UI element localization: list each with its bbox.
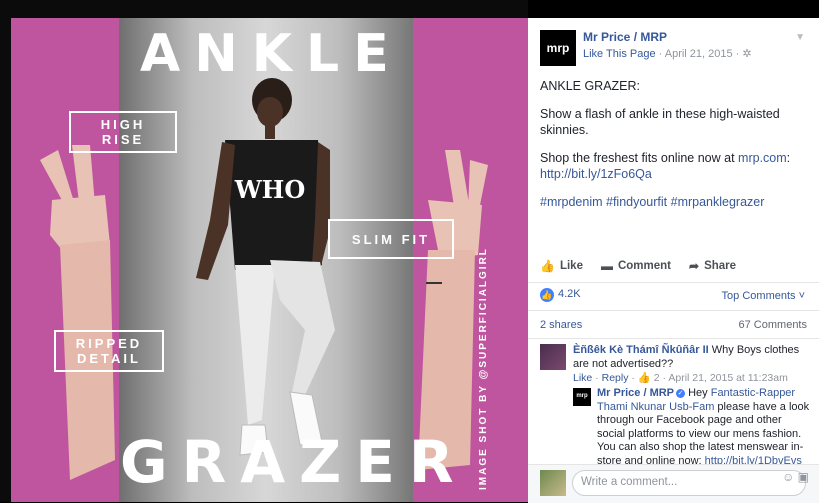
comment-1: Èñßêk Kè Thámî Ñkûñâr II Why Boys clothe… [573,344,813,371]
verified-badge-icon: ✓ [676,388,686,398]
commenter-name[interactable]: Èñßêk Kè Thámî Ñkûñâr II [573,344,709,356]
action-bar: 👍 Like ▬ Comment ➦ Share [528,250,819,283]
model-leg-right [270,260,335,395]
comment-1-meta: Like · Reply · 👍 2 · April 21, 2015 at 1… [573,372,788,384]
page-avatar[interactable]: mrp [540,30,576,66]
photo-title-top: ANKLE [140,24,403,84]
tag-high-rise: HIGH RISE [69,111,177,153]
model-neck [265,125,275,139]
reply-1: Mr Price / MRP ✓ Hey Fantastic-Rapper Tha… [597,387,811,468]
chevron-down-icon[interactable]: ▼ [795,32,805,43]
comments-count[interactable]: 67 Comments [739,319,807,331]
public-globe-icon: ✲ [742,48,752,60]
reply-prefix: Hey [685,387,711,399]
stats-row: 2 shares 67 Comments [528,314,819,339]
shirt-print: WHO [234,175,306,204]
tag-slim-fit: SLIM FIT [328,219,454,259]
post-line-2: Show a flash of ankle in these high-wais… [540,107,780,137]
bitly-link[interactable]: http://bit.ly/1zFo6Qa [540,167,652,181]
tag-ripped-detail: RIPPED DETAIL [54,330,164,372]
post-body: ANKLE GRAZER: Show a flash of ankle in t… [540,78,810,222]
model-leg-left [235,265,275,425]
post-date: · April 21, 2015 · [655,48,743,60]
comment-label: Comment [617,260,671,272]
like-page-link[interactable]: Like This Page [583,48,656,60]
thumbs-up-icon: 👍 [540,259,555,273]
comment-icon: ▬ [600,259,613,273]
page-name-link[interactable]: Mr Price / MRP [583,30,667,44]
like-label: Like [559,260,583,272]
comment-button[interactable]: ▬ Comment [601,259,671,273]
photo-title-bottom: GRAZER [120,428,468,496]
share-label: Share [704,260,737,272]
comment-like-link[interactable]: Like [573,372,592,384]
post-line-3-text: Shop the freshest fits online now at [540,151,739,165]
model-figure: WHO [196,78,335,456]
reactions-row: 👍 4.2K Top Comments ˅ [528,284,819,311]
comment-1-meta-rest: · 👍 2 · April 21, 2015 at 11:23am [628,372,788,384]
shares-count[interactable]: 2 shares [540,319,582,331]
current-user-avatar [540,470,566,496]
emoji-photo-icons[interactable]: ☺ ▣ [782,470,809,484]
post-meta: Like This Page · April 21, 2015 · ✲ [583,47,752,60]
share-icon: ➦ [689,259,700,273]
post-panel: mrp Mr Price / MRP Like This Page · Apri… [528,18,819,503]
reply-author-name[interactable]: Mr Price / MRP [597,387,674,399]
like-reaction-icon: 👍 [540,288,554,302]
top-comments-dropdown[interactable]: Top Comments ˅ [722,290,805,302]
comment-reply-link[interactable]: Reply [602,372,629,384]
mrp-link[interactable]: mrp.com [738,151,787,165]
model-tank-top [225,140,322,270]
model-face [257,97,283,127]
post-line-3-sep: : [786,151,791,165]
photo-credit: IMAGE SHOT BY @SUPERFICIALGIRL [478,247,489,490]
post-line-3: Shop the freshest fits online now at mrp… [540,150,810,182]
arm-tattoo [426,282,442,284]
hashtags[interactable]: #mrpdenim #findyourfit #mrpanklegrazer [540,194,810,210]
post-line-1: ANKLE GRAZER: [540,79,641,93]
write-comment-row: Write a comment... ☺ ▣ [528,464,819,503]
commenter-avatar[interactable] [540,344,566,370]
comment-input[interactable]: Write a comment... [572,470,806,496]
post-photo[interactable]: WHO ANKLE GRAZER HIGH RISE SLIM FIT RIPP… [0,0,528,502]
like-button[interactable]: 👍 Like [540,259,583,273]
reaction-count[interactable]: 4.2K [558,288,581,300]
reply-avatar[interactable]: mrp [573,388,591,406]
model-arm-left [196,142,235,280]
share-button[interactable]: ➦ Share [689,259,736,273]
